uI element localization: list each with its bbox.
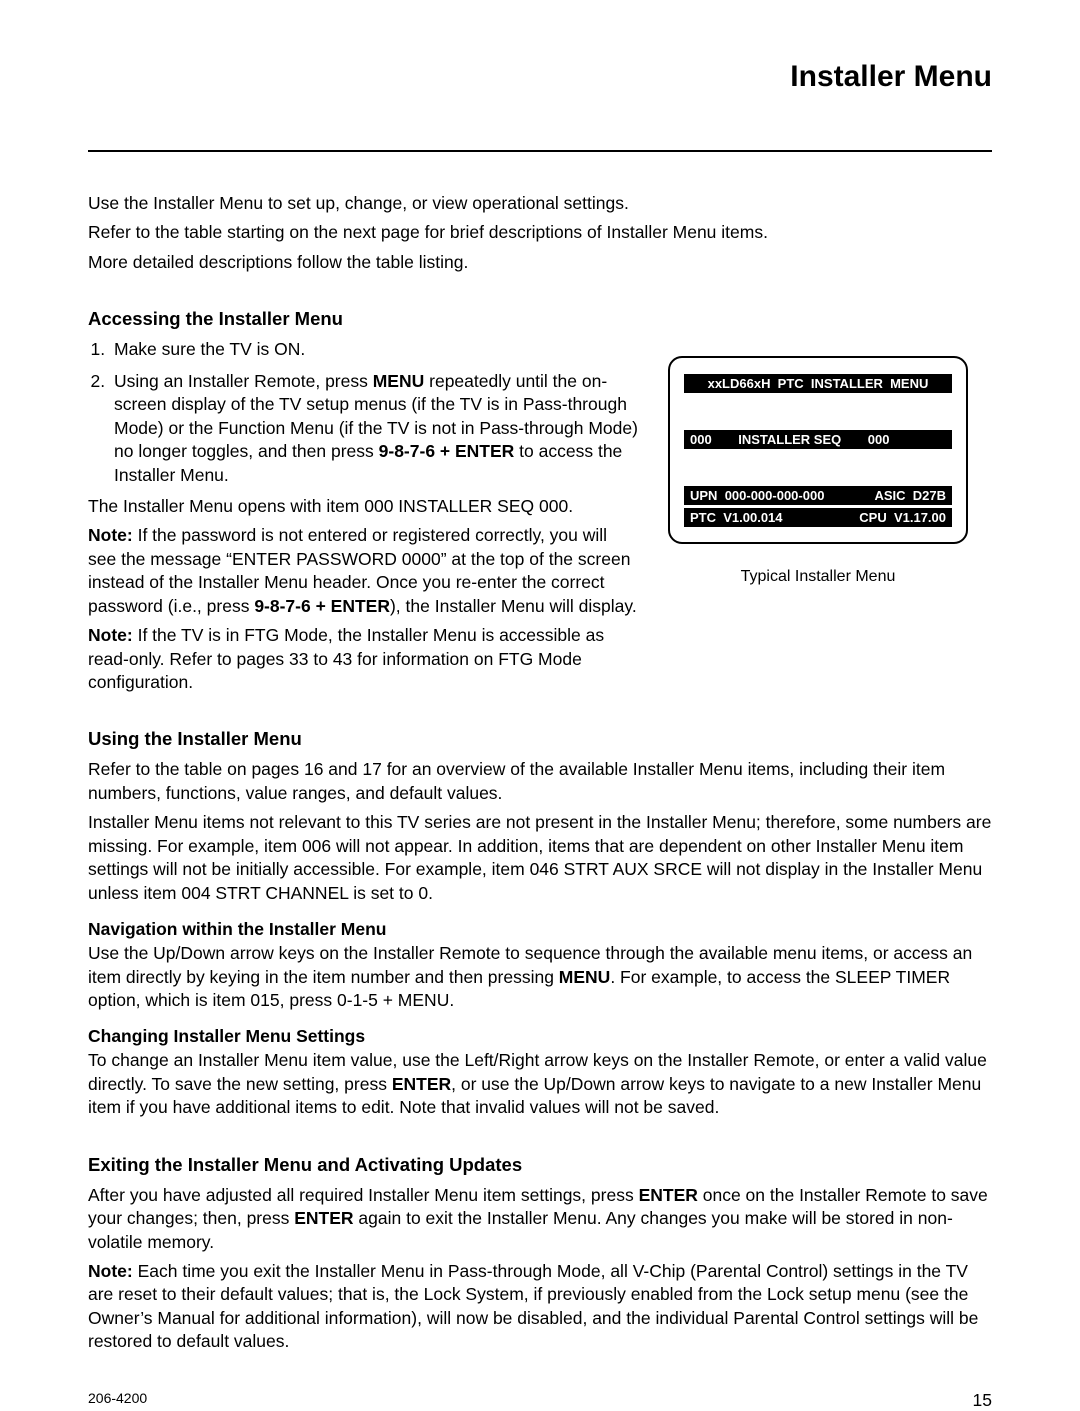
intro-line-2: Refer to the table starting on the next … (88, 221, 992, 244)
note2-body: If the TV is in FTG Mode, the Installer … (88, 625, 604, 692)
exit-enter1: ENTER (639, 1185, 698, 1205)
step2-menu: MENU (373, 371, 425, 391)
exit-a: After you have adjusted all required Ins… (88, 1185, 639, 1205)
menu-item-num: 000 (690, 432, 712, 447)
using-body: Refer to the table on pages 16 and 17 fo… (88, 758, 992, 1125)
chg-enter: ENTER (392, 1074, 451, 1094)
menu-item-val: 000 (868, 432, 890, 447)
menu-illustration-column: xxLD66xH PTC INSTALLER MENU 000 INSTALLE… (668, 338, 968, 700)
note1-code: 9-8-7-6 + ENTER (254, 596, 390, 616)
title-rule (88, 150, 992, 152)
doc-number: 206-4200 (88, 1390, 147, 1411)
subhead-navigation: Navigation within the Installer Menu (88, 919, 992, 940)
ptc-value: V1.00.014 (723, 510, 782, 525)
menu-header-text: xxLD66xH PTC INSTALLER MENU (708, 376, 929, 391)
step2-part-a: Using an Installer Remote, press (114, 371, 373, 391)
menu-row-item: 000 INSTALLER SEQ 000 (684, 430, 952, 449)
note-ftg: Note: If the TV is in FTG Mode, the Inst… (88, 624, 640, 694)
opens-with: The Installer Menu opens with item 000 I… (88, 495, 640, 518)
accessing-body: Make sure the TV is ON. Using an Install… (88, 338, 640, 700)
step2-code: 9-8-7-6 + ENTER (379, 441, 515, 461)
note1-b: ), the Installer Menu will display. (390, 596, 637, 616)
upn-value: 000-000-000-000 (725, 488, 825, 503)
changing-body: To change an Installer Menu item value, … (88, 1049, 992, 1119)
installer-menu-box: xxLD66xH PTC INSTALLER MENU 000 INSTALLE… (668, 356, 968, 544)
note1-lead: Note: (88, 525, 138, 545)
page-title: Installer Menu (88, 60, 992, 94)
menu-caption: Typical Installer Menu (668, 568, 968, 586)
note-password: Note: If the password is not entered or … (88, 524, 640, 618)
exit-note-lead: Note: (88, 1261, 138, 1281)
menu-row-header: xxLD66xH PTC INSTALLER MENU (684, 374, 952, 393)
step-2: Using an Installer Remote, press MENU re… (110, 370, 640, 487)
navigation-body: Use the Up/Down arrow keys on the Instal… (88, 942, 992, 1012)
nav-menu: MENU (559, 967, 611, 987)
cpu-label: CPU (859, 510, 886, 525)
cpu-value: V1.17.00 (894, 510, 946, 525)
upn-label: UPN (690, 488, 717, 503)
exit-enter2: ENTER (294, 1208, 353, 1228)
note2-lead: Note: (88, 625, 138, 645)
exit-note-body: Each time you exit the Installer Menu in… (88, 1261, 978, 1351)
menu-row-ptc: PTC V1.00.014 CPU V1.17.00 (684, 508, 952, 527)
subhead-changing: Changing Installer Menu Settings (88, 1026, 992, 1047)
menu-row-upn: UPN 000-000-000-000 ASIC D27B (684, 486, 952, 505)
asic-label: ASIC (874, 488, 905, 503)
using-p1: Refer to the table on pages 16 and 17 fo… (88, 758, 992, 805)
exiting-note: Note: Each time you exit the Installer M… (88, 1260, 992, 1354)
intro-line-3: More detailed descriptions follow the ta… (88, 251, 992, 274)
asic-value: D27B (913, 488, 946, 503)
using-p2: Installer Menu items not relevant to thi… (88, 811, 992, 905)
exiting-body: After you have adjusted all required Ins… (88, 1184, 992, 1360)
accessing-steps: Make sure the TV is ON. Using an Install… (88, 338, 640, 487)
intro-line-1: Use the Installer Menu to set up, change… (88, 192, 992, 215)
heading-using: Using the Installer Menu (88, 728, 992, 750)
page-footer: 206-4200 15 (88, 1360, 992, 1411)
intro-block: Use the Installer Menu to set up, change… (88, 192, 992, 280)
step-1: Make sure the TV is ON. (110, 338, 640, 361)
menu-item-name: INSTALLER SEQ (738, 432, 841, 447)
heading-exiting: Exiting the Installer Menu and Activatin… (88, 1154, 992, 1176)
exiting-p1: After you have adjusted all required Ins… (88, 1184, 992, 1254)
page-number: 15 (973, 1390, 992, 1411)
ptc-label: PTC (690, 510, 716, 525)
heading-accessing: Accessing the Installer Menu (88, 308, 992, 330)
